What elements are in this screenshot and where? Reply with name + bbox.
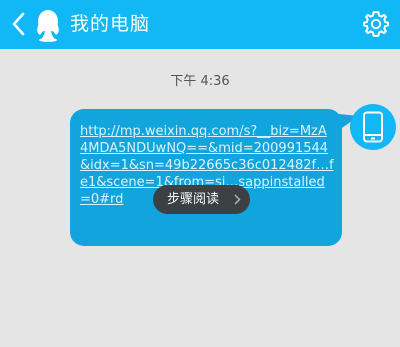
qq-penguin-icon bbox=[37, 10, 59, 42]
chevron-left-icon bbox=[12, 12, 25, 36]
step-reading-button[interactable]: 步骤阅读 bbox=[153, 185, 250, 214]
phone-icon bbox=[363, 111, 383, 143]
title-bar: 我的电脑 bbox=[0, 0, 400, 49]
settings-button[interactable] bbox=[362, 10, 390, 38]
step-reading-label: 步骤阅读 bbox=[167, 192, 220, 207]
message-bubble[interactable]: http://mp.weixin.qq.com/s?__biz=MzA4MDA5… bbox=[70, 109, 342, 246]
gear-icon bbox=[363, 10, 389, 38]
chevron-right-icon bbox=[234, 194, 241, 205]
avatar[interactable] bbox=[350, 104, 396, 150]
message-timestamp: 下午 4:36 bbox=[170, 74, 230, 89]
page-title: 我的电脑 bbox=[70, 13, 151, 35]
back-button[interactable] bbox=[6, 10, 30, 38]
